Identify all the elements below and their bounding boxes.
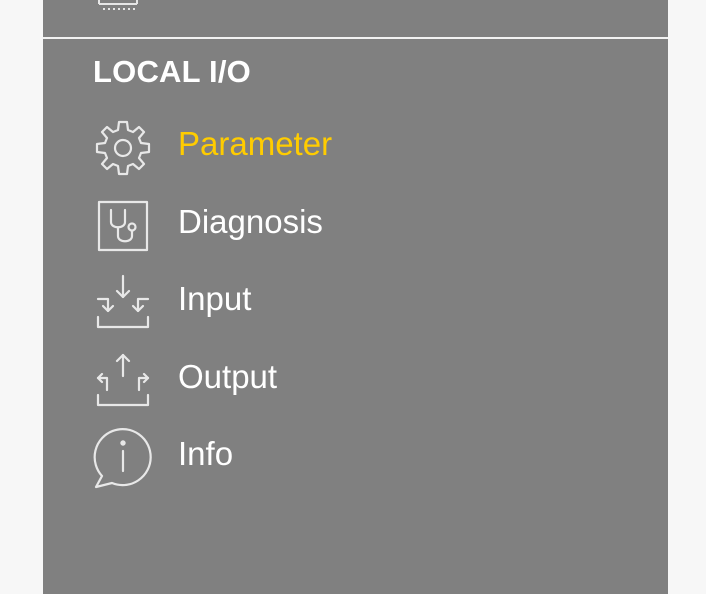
input-arrows-icon xyxy=(92,272,154,334)
stethoscope-icon xyxy=(92,195,154,257)
menu-item-diagnosis[interactable]: Diagnosis xyxy=(92,190,612,268)
device-icon xyxy=(98,0,138,10)
section-divider xyxy=(43,37,668,39)
menu-item-label: Info xyxy=(178,435,234,472)
menu-item-info[interactable]: Info xyxy=(92,422,612,500)
output-arrows-icon xyxy=(92,350,154,412)
menu-item-output[interactable]: Output xyxy=(92,345,612,423)
info-icon xyxy=(92,427,154,489)
menu-item-parameter[interactable]: Parameter xyxy=(92,112,612,190)
menu-item-label: Input xyxy=(178,280,252,317)
menu-item-input[interactable]: Input xyxy=(92,267,612,345)
menu-item-label: Parameter xyxy=(178,125,333,162)
local-io-menu: Parameter Diagnosis Input Output Info xyxy=(92,112,612,500)
menu-item-label: Output xyxy=(178,357,278,395)
sidebar-panel: LOCAL I/O Parameter Diagnosis Input Outp… xyxy=(43,0,668,594)
section-title: LOCAL I/O xyxy=(93,54,251,89)
menu-item-label: Diagnosis xyxy=(178,202,323,240)
gear-icon xyxy=(92,117,154,179)
page: LOCAL I/O Parameter Diagnosis Input Outp… xyxy=(0,0,706,594)
